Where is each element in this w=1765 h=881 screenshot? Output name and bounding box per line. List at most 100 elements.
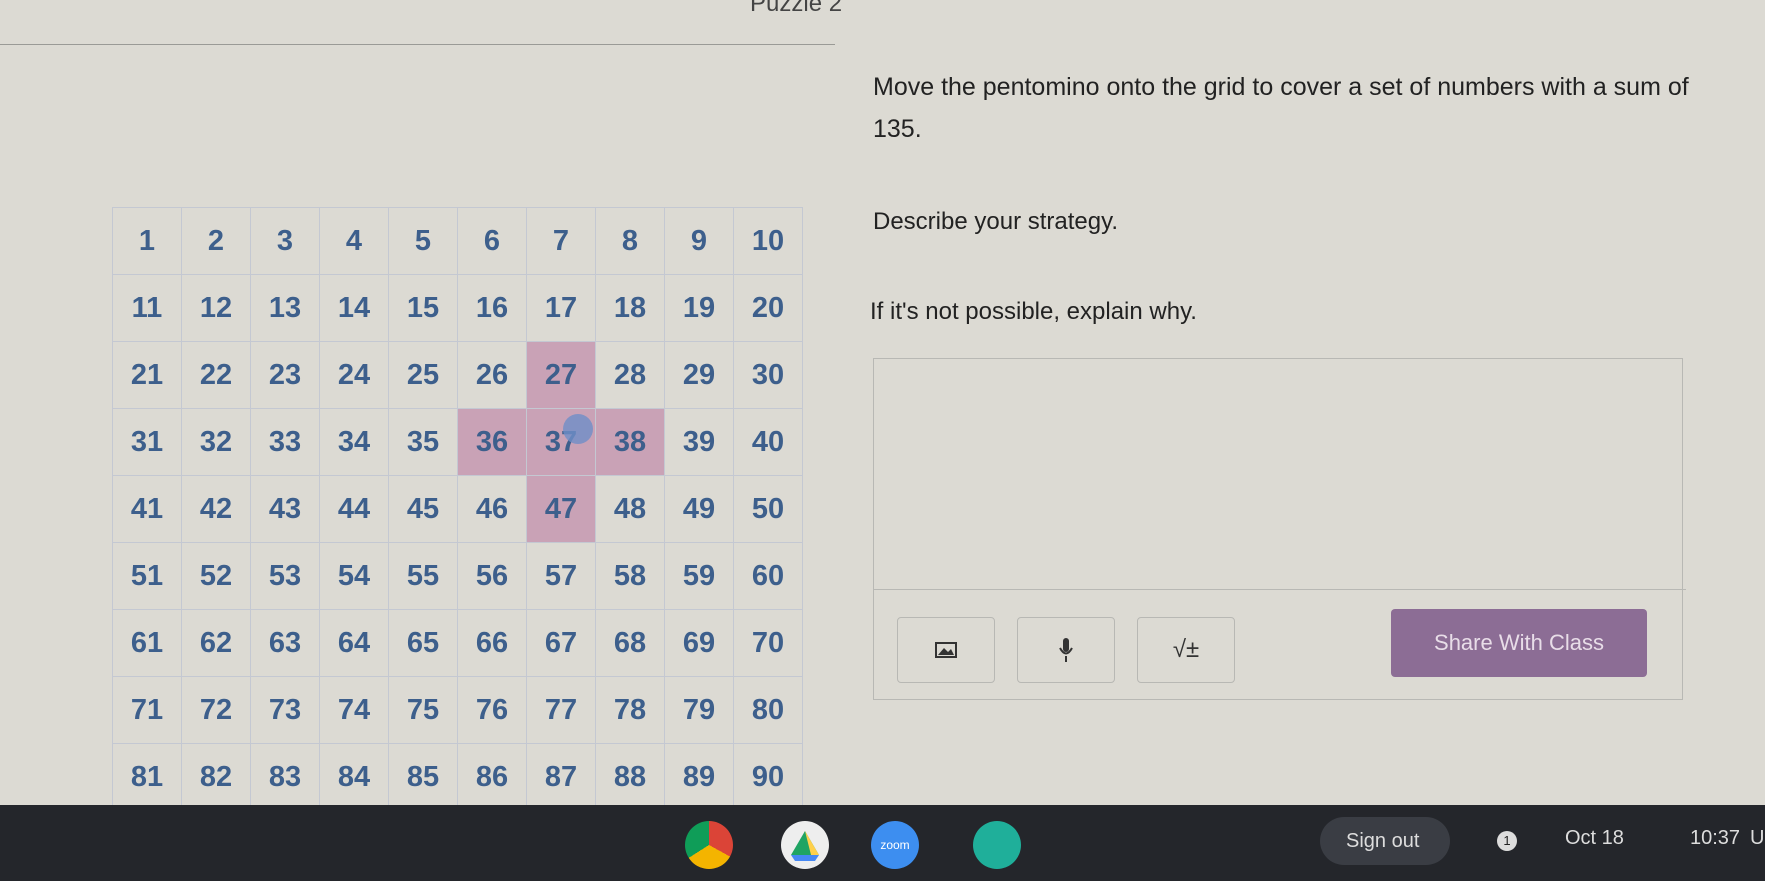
grid-cell[interactable]: 77 [527,677,596,744]
grid-cell[interactable]: 65 [389,610,458,677]
grid-cell[interactable]: 38 [596,409,665,476]
grid-cell[interactable]: 76 [458,677,527,744]
grid-cell[interactable]: 84 [320,744,389,811]
share-with-class-button[interactable]: Share With Class [1391,609,1647,677]
grid-cell[interactable]: 11 [113,275,182,342]
grid-cell[interactable]: 60 [734,543,803,610]
grid-cell[interactable]: 71 [113,677,182,744]
locale[interactable]: US [1750,827,1765,850]
grid-cell[interactable]: 83 [251,744,320,811]
grid-cell[interactable]: 5 [389,208,458,275]
grid-cell[interactable]: 29 [665,342,734,409]
grid-cell[interactable]: 17 [527,275,596,342]
grid-cell[interactable]: 56 [458,543,527,610]
grid-cell[interactable]: 58 [596,543,665,610]
grid-cell[interactable]: 42 [182,476,251,543]
grid-cell[interactable]: 18 [596,275,665,342]
grid-cell[interactable]: 88 [596,744,665,811]
grid-cell[interactable]: 39 [665,409,734,476]
grid-cell[interactable]: 40 [734,409,803,476]
grid-cell[interactable]: 2 [182,208,251,275]
grid-cell[interactable]: 75 [389,677,458,744]
google-drive-icon[interactable] [781,821,829,869]
grid-cell[interactable]: 49 [665,476,734,543]
grid-cell[interactable]: 8 [596,208,665,275]
grid-cell[interactable]: 64 [320,610,389,677]
grid-cell[interactable]: 6 [458,208,527,275]
chrome-icon[interactable] [685,821,733,869]
grid-cell[interactable]: 1 [113,208,182,275]
classroom-icon[interactable] [973,821,1021,869]
notification-badge[interactable]: 1 [1497,831,1517,851]
grid-cell[interactable]: 79 [665,677,734,744]
grid-cell[interactable]: 27 [527,342,596,409]
grid-cell[interactable]: 47 [527,476,596,543]
grid-cell[interactable]: 89 [665,744,734,811]
grid-cell[interactable]: 31 [113,409,182,476]
grid-cell[interactable]: 35 [389,409,458,476]
grid-cell[interactable]: 24 [320,342,389,409]
grid-cell[interactable]: 57 [527,543,596,610]
grid-cell[interactable]: 74 [320,677,389,744]
grid-cell[interactable]: 78 [596,677,665,744]
grid-cell[interactable]: 73 [251,677,320,744]
grid-cell[interactable]: 54 [320,543,389,610]
grid-cell[interactable]: 87 [527,744,596,811]
grid-cell[interactable]: 28 [596,342,665,409]
grid-cell[interactable]: 82 [182,744,251,811]
insert-image-button[interactable] [897,617,995,683]
grid-cell[interactable]: 90 [734,744,803,811]
grid-cell[interactable]: 50 [734,476,803,543]
grid-cell[interactable]: 4 [320,208,389,275]
sign-out-button[interactable]: Sign out [1320,817,1450,865]
grid-cell[interactable]: 7 [527,208,596,275]
grid-cell[interactable]: 67 [527,610,596,677]
grid-cell[interactable]: 44 [320,476,389,543]
grid-cell[interactable]: 53 [251,543,320,610]
grid-cell[interactable]: 34 [320,409,389,476]
grid-cell[interactable]: 19 [665,275,734,342]
grid-cell[interactable]: 12 [182,275,251,342]
grid-cell[interactable]: 46 [458,476,527,543]
grid-cell[interactable]: 62 [182,610,251,677]
grid-cell[interactable]: 43 [251,476,320,543]
math-button[interactable]: √± [1137,617,1235,683]
grid-cell[interactable]: 55 [389,543,458,610]
grid-cell[interactable]: 9 [665,208,734,275]
grid-cell[interactable]: 36 [458,409,527,476]
grid-cell[interactable]: 25 [389,342,458,409]
pentomino-drag-handle[interactable] [563,414,593,444]
grid-cell[interactable]: 81 [113,744,182,811]
grid-cell[interactable]: 86 [458,744,527,811]
grid-cell[interactable]: 26 [458,342,527,409]
grid-cell[interactable]: 10 [734,208,803,275]
grid-cell[interactable]: 22 [182,342,251,409]
grid-cell[interactable]: 51 [113,543,182,610]
grid-cell[interactable]: 21 [113,342,182,409]
grid-cell[interactable]: 20 [734,275,803,342]
grid-cell[interactable]: 85 [389,744,458,811]
grid-cell[interactable]: 41 [113,476,182,543]
grid-cell[interactable]: 72 [182,677,251,744]
date[interactable]: Oct 18 [1565,827,1624,850]
grid-cell[interactable]: 80 [734,677,803,744]
grid-cell[interactable]: 63 [251,610,320,677]
grid-cell[interactable]: 15 [389,275,458,342]
grid-cell[interactable]: 3 [251,208,320,275]
response-input[interactable] [874,359,1686,590]
grid-cell[interactable]: 52 [182,543,251,610]
grid-cell[interactable]: 68 [596,610,665,677]
grid-cell[interactable]: 69 [665,610,734,677]
grid-cell[interactable]: 59 [665,543,734,610]
grid-cell[interactable]: 32 [182,409,251,476]
grid-cell[interactable]: 70 [734,610,803,677]
grid-cell[interactable]: 16 [458,275,527,342]
grid-cell[interactable]: 14 [320,275,389,342]
grid-cell[interactable]: 33 [251,409,320,476]
grid-cell[interactable]: 13 [251,275,320,342]
grid-cell[interactable]: 48 [596,476,665,543]
grid-cell[interactable]: 66 [458,610,527,677]
grid-cell[interactable]: 23 [251,342,320,409]
zoom-icon[interactable]: zoom [871,821,919,869]
grid-cell[interactable]: 61 [113,610,182,677]
